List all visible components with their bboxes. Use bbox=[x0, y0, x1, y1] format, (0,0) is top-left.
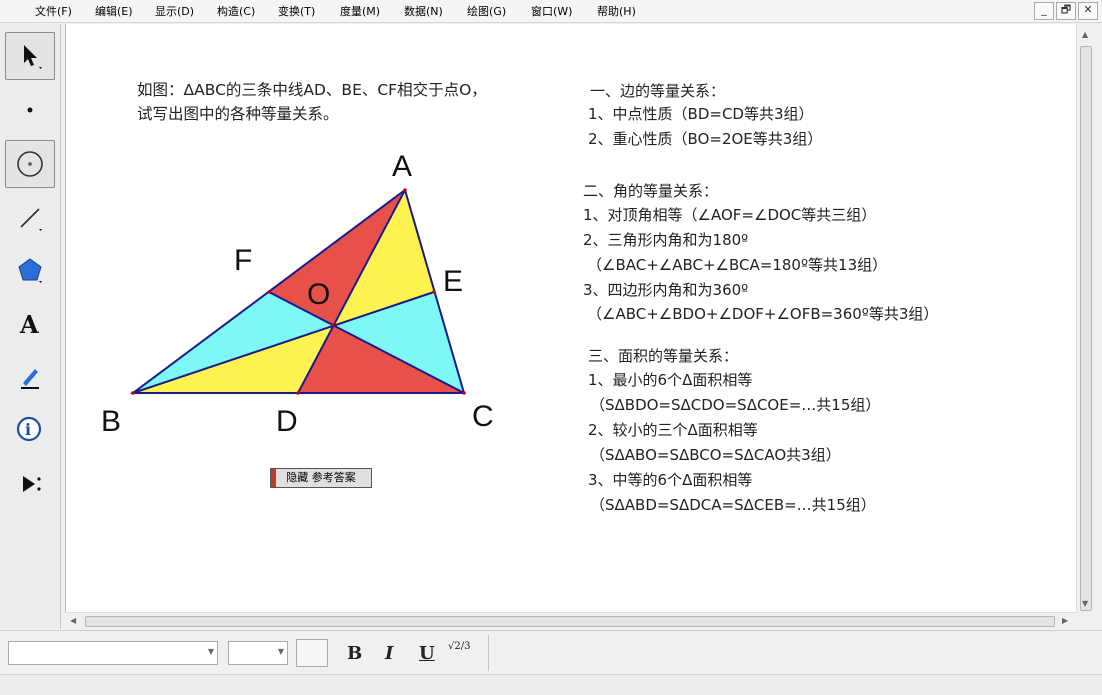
chevron-down-icon: ▼ bbox=[207, 647, 214, 656]
label-F[interactable]: F bbox=[234, 244, 252, 278]
vertex-C bbox=[462, 391, 466, 395]
math-format-button[interactable]: √2/3 bbox=[448, 641, 470, 652]
answer-line: （SΔABD=SΔDCA=SΔCEB=…共15组） bbox=[590, 496, 876, 514]
answer-line: 三、面积的等量关系： bbox=[588, 347, 739, 365]
font-family-select[interactable]: ▼ bbox=[8, 641, 218, 665]
underline-button[interactable]: U bbox=[419, 643, 435, 664]
answer-line: 3、四边形内角和为360º bbox=[583, 281, 749, 299]
bold-button[interactable]: B bbox=[347, 643, 362, 664]
horizontal-scroll-thumb[interactable] bbox=[85, 616, 1055, 627]
answer-line: 1、中点性质（BD=CD等共3组） bbox=[588, 105, 814, 123]
answer-line: 2、三角形内角和为180º bbox=[583, 231, 749, 249]
text-format-toolbar: ▼ ▼ B I U √2/3 bbox=[0, 630, 1102, 675]
centroid-O bbox=[331, 323, 335, 327]
vertical-scrollbar[interactable]: ▲ ▼ bbox=[1076, 24, 1095, 612]
answer-line: 一、边的等量关系： bbox=[590, 82, 726, 100]
vertex-A bbox=[403, 188, 407, 192]
answer-line: （SΔBDO=SΔCDO=SΔCOE=…共15组） bbox=[590, 396, 881, 414]
hide-answer-button[interactable]: 隐藏 参考答案 bbox=[270, 468, 372, 488]
triangle-figure[interactable] bbox=[0, 0, 1102, 694]
font-size-select[interactable]: ▼ bbox=[228, 641, 288, 665]
answer-line: 3、中等的6个Δ面积相等 bbox=[588, 471, 753, 489]
chevron-down-icon: ▼ bbox=[277, 647, 284, 656]
midpoint-F bbox=[267, 290, 271, 294]
answer-line: （∠BAC+∠ABC+∠BCA=180º等共13组） bbox=[587, 256, 888, 274]
status-bar bbox=[0, 674, 1102, 695]
label-O[interactable]: O bbox=[307, 278, 330, 312]
answer-line: 2、重心性质（BO=2OE等共3组） bbox=[588, 130, 823, 148]
scroll-left-arrow-icon[interactable]: ◀ bbox=[70, 616, 76, 625]
vertex-B bbox=[131, 391, 135, 395]
scroll-right-arrow-icon[interactable]: ▶ bbox=[1062, 616, 1068, 625]
answer-line: 2、较小的三个Δ面积相等 bbox=[588, 421, 758, 439]
text-color-button[interactable] bbox=[296, 639, 328, 667]
label-D[interactable]: D bbox=[276, 405, 298, 439]
answer-line: （∠ABC+∠BDO+∠DOF+∠OFB=360º等共3组） bbox=[587, 305, 939, 323]
label-E[interactable]: E bbox=[443, 265, 463, 299]
label-B[interactable]: B bbox=[101, 405, 121, 439]
answer-line: （SΔABO=SΔBCO=SΔCAO共3组） bbox=[590, 446, 841, 464]
midpoint-E bbox=[432, 290, 436, 294]
scroll-up-arrow-icon[interactable]: ▲ bbox=[1082, 30, 1088, 39]
midpoint-D bbox=[296, 391, 300, 395]
scroll-down-arrow-icon[interactable]: ▼ bbox=[1082, 599, 1088, 608]
vertical-scroll-thumb[interactable] bbox=[1080, 46, 1092, 611]
answer-line: 二、角的等量关系： bbox=[583, 182, 719, 200]
horizontal-scrollbar[interactable]: ◀ ▶ bbox=[65, 612, 1076, 630]
answer-line: 1、对顶角相等（∠AOF=∠DOC等共三组） bbox=[583, 206, 877, 224]
label-A[interactable]: A bbox=[392, 150, 412, 184]
toolbar-divider bbox=[488, 635, 489, 671]
italic-button[interactable]: I bbox=[385, 643, 393, 664]
label-C[interactable]: C bbox=[472, 400, 494, 434]
answer-line: 1、最小的6个Δ面积相等 bbox=[588, 371, 753, 389]
